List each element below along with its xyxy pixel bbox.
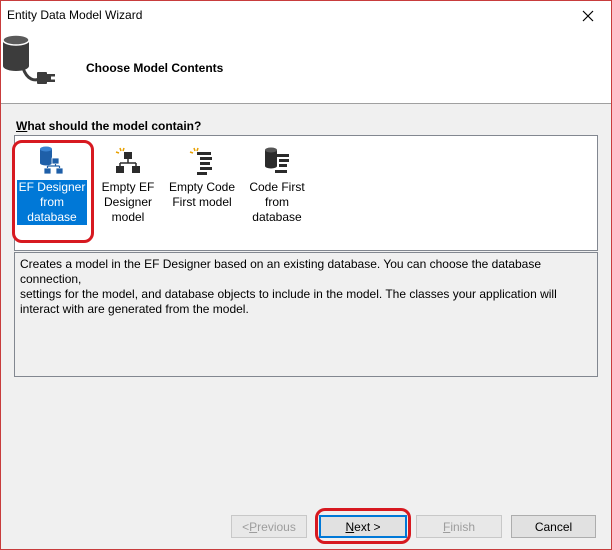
model-contents-question: What should the model contain?: [16, 119, 202, 133]
empty-ef-designer-model-icon: [115, 147, 140, 173]
option-code-first-from-database[interactable]: Code First from database: [242, 142, 312, 228]
option-description: Creates a model in the EF Designer based…: [14, 252, 598, 377]
annotation-highlight-option: [12, 140, 94, 243]
description-line: Creates a model in the EF Designer based…: [20, 257, 542, 286]
header-divider: [1, 103, 611, 104]
option-label: Empty EF Designer model: [101, 180, 155, 224]
cancel-button[interactable]: Cancel: [511, 515, 596, 538]
title-bar: Entity Data Model Wizard: [1, 1, 611, 30]
page-title: Choose Model Contents: [86, 61, 224, 75]
window-title: Entity Data Model Wizard: [7, 8, 143, 22]
option-label: Code First from database: [249, 180, 305, 224]
wizard-window: Entity Data Model Wizard Choose Model Co…: [0, 0, 612, 550]
database-plug-icon: [2, 34, 55, 84]
close-icon: [582, 10, 594, 21]
empty-code-first-model-icon: [189, 147, 212, 175]
option-label: Empty Code First model: [168, 180, 236, 209]
description-line: settings for the model, and database obj…: [20, 287, 557, 301]
close-button[interactable]: [565, 1, 611, 30]
description-line: interact with are generated from the mod…: [20, 302, 249, 316]
model-options-list: EF Designer from database Empty EF Desig…: [14, 135, 598, 251]
wizard-header: Choose Model Contents: [1, 30, 611, 103]
option-empty-ef-designer-model[interactable]: Empty EF Designer model: [93, 142, 163, 228]
annotation-highlight-next: [315, 508, 411, 544]
previous-button[interactable]: < Previous: [231, 515, 307, 538]
finish-button[interactable]: Finish: [416, 515, 502, 538]
code-first-from-database-icon: [265, 147, 289, 173]
option-empty-code-first-model[interactable]: Empty Code First model: [167, 142, 237, 228]
